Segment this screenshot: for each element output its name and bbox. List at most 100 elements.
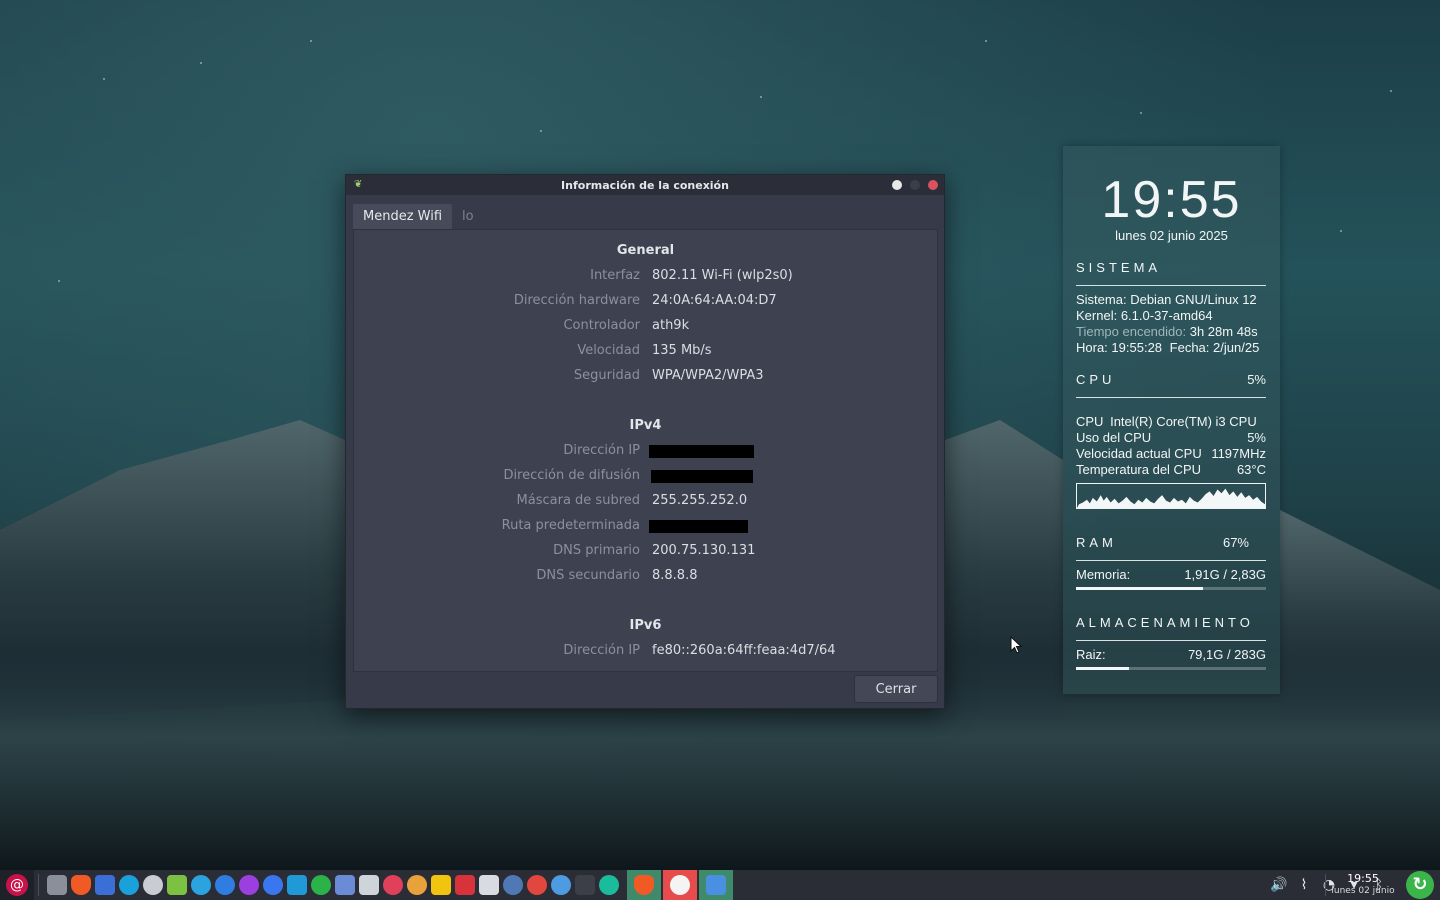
window-titlebar[interactable]: ❦ Información de la conexión — [346, 175, 944, 195]
memory-label: Memoria: — [1076, 567, 1131, 582]
conky-cpu-percent: 5% — [1247, 372, 1266, 387]
value-dns-secundario: 8.8.8.8 — [652, 568, 698, 583]
color-picker-icon[interactable] — [407, 875, 427, 895]
watermelon-icon[interactable] — [527, 875, 547, 895]
conky-storage-header: ALMACENAMIENTO — [1076, 615, 1254, 630]
label-direccion-difusion: Dirección de difusión — [503, 468, 640, 483]
tor-browser-icon[interactable] — [239, 875, 259, 895]
taskbar-clock[interactable]: 19:55 lunes 02 junio — [1330, 872, 1396, 897]
memory-value: 1,91G / 2,83G — [1184, 567, 1266, 582]
conky-clock: 19:55 — [1101, 171, 1242, 229]
rss-icon[interactable] — [167, 875, 187, 895]
tab-mendez-wifi[interactable]: Mendez Wifi — [353, 204, 453, 229]
connection-details-panel: General Interfaz 802.11 Wi-Fi (wlp2s0) D… — [353, 229, 938, 672]
cpu-temp-value: 63°C — [1236, 462, 1266, 477]
minimize-button[interactable] — [892, 180, 902, 190]
cpu-usage-label: Uso del CPU — [1076, 430, 1152, 445]
fecha-value: 2/jun/25 — [1213, 340, 1260, 355]
conky-cpu-model-line: CPU Intel(R) Core(TM) i3 CPU — [1076, 414, 1266, 429]
feed-reader-icon[interactable] — [95, 875, 115, 895]
hora-label: Hora: — [1076, 340, 1108, 355]
screen-recorder-icon[interactable] — [455, 875, 475, 895]
row-direccion-difusion: Dirección de difusión — [354, 468, 937, 488]
conky-cpu-header: CPU — [1076, 372, 1116, 387]
value-dns-primario: 200.75.130.131 — [652, 543, 756, 558]
conky-sistema-line: Sistema: Debian GNU/Linux 12 — [1076, 292, 1266, 307]
file-manager-icon[interactable] — [47, 875, 67, 895]
network-manager-app-icon: ❦ — [354, 179, 363, 190]
cpu-temp-label: Temperatura del CPU — [1076, 462, 1201, 477]
signal-icon[interactable] — [263, 875, 283, 895]
download-manager-icon[interactable] — [383, 875, 403, 895]
volume-icon[interactable]: 🔊 — [1270, 876, 1288, 894]
settings-icon[interactable] — [143, 875, 163, 895]
taskbar: @ 🔊 ⌇ ◔ ▾ ᛒ 19:55 lunes 02 junio ↻ — [0, 870, 1440, 900]
connection-tabs: Mendez Wifi lo — [353, 204, 484, 229]
edge-browser-icon[interactable] — [119, 875, 139, 895]
brave-browser-icon — [634, 875, 654, 895]
label-ipv4-direccion-ip: Dirección IP — [563, 443, 640, 458]
row-dns-secundario: DNS secundario 8.8.8.8 — [354, 568, 937, 588]
label-interfaz: Interfaz — [590, 268, 640, 283]
cpu-speed-value: 1197MHz — [1211, 446, 1266, 461]
row-dns-primario: DNS primario 200.75.130.131 — [354, 543, 937, 563]
task-network-manager[interactable] — [663, 870, 697, 900]
linux-tux-icon[interactable] — [431, 875, 451, 895]
system-monitor-icon[interactable] — [503, 875, 523, 895]
task-file-manager[interactable] — [699, 870, 733, 900]
calculator-icon[interactable] — [359, 875, 379, 895]
clip-icon[interactable]: ⌇ — [1295, 876, 1313, 894]
browser-icon[interactable] — [215, 875, 235, 895]
whatsapp-icon[interactable] — [311, 875, 331, 895]
mouse-cursor-icon — [1010, 636, 1023, 654]
divider — [1076, 397, 1266, 398]
label-dns-primario: DNS primario — [553, 543, 640, 558]
row-mascara-subred: Máscara de subred 255.255.252.0 — [354, 493, 937, 513]
task-brave[interactable] — [627, 870, 661, 900]
window-title: Información de la conexión — [561, 178, 729, 192]
row-direccion-hardware: Dirección hardware 24:0A:64:AA:04:D7 — [354, 293, 937, 313]
cpu-model-value: Intel(R) Core(TM) i3 CPU — [1110, 414, 1257, 429]
kernel-label: Kernel: — [1076, 308, 1118, 323]
uptime-value: 3h 28m 48s — [1189, 324, 1258, 339]
row-controlador: Controlador ath9k — [354, 318, 937, 338]
conky-memory-line: Memoria: 1,91G / 2,83G — [1076, 567, 1266, 582]
section-ipv4-title: IPv4 — [629, 418, 662, 433]
close-button[interactable]: Cerrar — [854, 675, 938, 703]
terminal-icon[interactable] — [575, 875, 595, 895]
brave-browser-icon[interactable] — [71, 875, 91, 895]
folder-icon — [706, 875, 726, 895]
telegram-icon[interactable] — [191, 875, 211, 895]
software-store-icon[interactable] — [479, 875, 499, 895]
divider — [1076, 560, 1266, 561]
memory-usage-fill — [1076, 587, 1204, 590]
sync-app-icon[interactable] — [599, 875, 619, 895]
label-ipv6-direccion-ip: Dirección IP — [563, 643, 640, 658]
start-menu-button[interactable]: @ — [0, 870, 34, 900]
taskbar-clock-date: lunes 02 junio — [1331, 886, 1395, 896]
label-velocidad: Velocidad — [577, 343, 640, 358]
maximize-button[interactable] — [910, 180, 920, 190]
update-notifier-icon[interactable]: ↻ — [1406, 871, 1434, 899]
conky-system-monitor: 19:55 lunes 02 junio 2025 SISTEMA Sistem… — [1063, 146, 1280, 694]
web-browser-icon[interactable] — [551, 875, 571, 895]
section-ipv6-title: IPv6 — [629, 618, 662, 633]
conky-date: lunes 02 junio 2025 — [1115, 228, 1228, 243]
text-editor-icon[interactable] — [335, 875, 355, 895]
divider — [1076, 285, 1266, 286]
row-velocidad: Velocidad 135 Mb/s — [354, 343, 937, 363]
cpu-model-label: CPU — [1076, 414, 1104, 429]
value-interfaz: 802.11 Wi-Fi (wlp2s0) — [652, 268, 793, 283]
writer-icon[interactable] — [287, 875, 307, 895]
redacted-ip-address — [649, 445, 754, 458]
taskbar-separator — [38, 874, 39, 896]
redacted-broadcast-address — [651, 470, 753, 483]
close-window-button[interactable] — [928, 180, 938, 190]
value-mascara-subred: 255.255.252.0 — [652, 493, 748, 508]
conky-ram-percent: 67% — [1222, 535, 1249, 550]
conky-uptime-line: Tiempo encendido: 3h 28m 48s — [1076, 324, 1266, 339]
row-ipv6-direccion-ip: Dirección IP fe80::260a:64ff:feaa:4d7/64 — [354, 643, 937, 663]
tab-lo[interactable]: lo — [452, 204, 484, 229]
row-ruta-predeterminada: Ruta predeterminada — [354, 518, 937, 538]
fecha-label: Fecha: — [1169, 340, 1210, 355]
